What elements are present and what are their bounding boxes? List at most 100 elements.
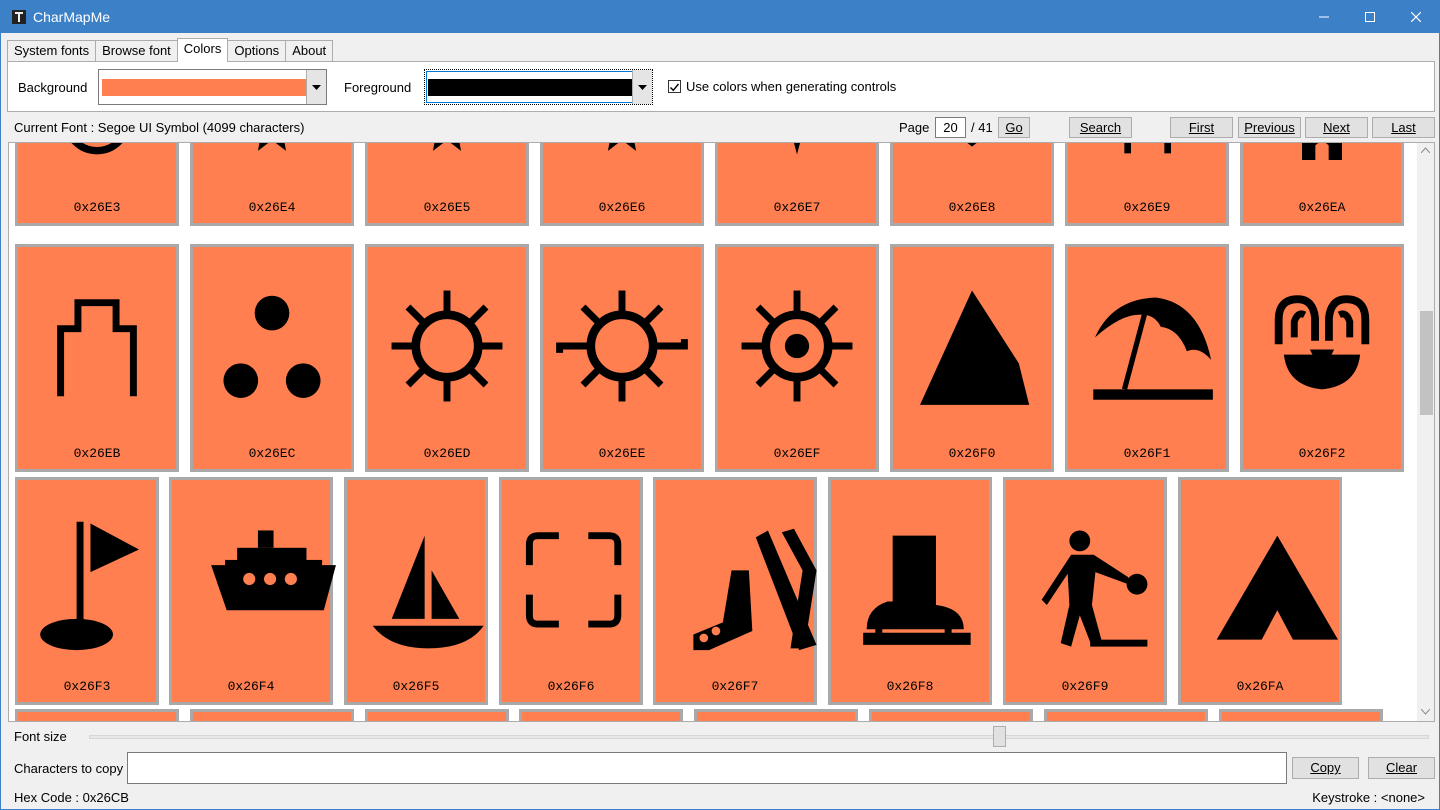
copy-button[interactable]: Copy	[1292, 757, 1359, 779]
next-button[interactable]: Next	[1305, 117, 1368, 138]
tab-options[interactable]: Options	[227, 40, 287, 62]
font-size-slider-track[interactable]	[89, 735, 1429, 739]
tab-strip: System fonts Browse font Colors Options …	[7, 38, 334, 62]
previous-button[interactable]: Previous	[1238, 117, 1301, 138]
character-cell[interactable]	[869, 709, 1033, 721]
character-cell[interactable]: 0x26E3	[15, 143, 179, 226]
beach-umbrella-icon	[1093, 297, 1213, 400]
background-dropdown-button[interactable]	[306, 70, 326, 104]
character-code: 0x26E4	[248, 200, 296, 215]
character-cell[interactable]	[365, 709, 509, 721]
character-cell[interactable]: 0x26EB	[15, 244, 179, 472]
character-cell[interactable]: 0x26F5	[344, 477, 488, 705]
characters-to-copy-label: Characters to copy	[14, 761, 124, 776]
character-cell[interactable]	[694, 709, 858, 721]
square-four-corners-icon	[525, 532, 622, 628]
foreground-color-combo[interactable]	[424, 69, 653, 105]
character-cell[interactable]: 0x26ED	[365, 244, 529, 472]
character-cell[interactable]	[1219, 709, 1383, 721]
font-size-label: Font size	[14, 729, 67, 744]
clear-button[interactable]: Clear	[1368, 757, 1435, 779]
scrollbar-thumb[interactable]	[1420, 311, 1433, 415]
character-cell[interactable]: 0x26EF	[715, 244, 879, 472]
page-label: Page	[899, 120, 930, 135]
character-code: 0x26EE	[598, 446, 646, 461]
map-symbol-lighthouse-icon	[741, 290, 853, 402]
character-glyph	[718, 143, 876, 199]
maximize-button[interactable]	[1347, 1, 1393, 33]
minimize-button[interactable]	[1301, 1, 1347, 33]
hex-code-status: Hex Code : 0x26CB	[14, 790, 129, 805]
maximize-icon	[1365, 12, 1375, 22]
foreground-label: Foreground	[344, 80, 412, 95]
first-button[interactable]: First	[1170, 117, 1233, 138]
character-cell[interactable]: 0x26F8	[828, 477, 992, 705]
character-code: 0x26E9	[1123, 200, 1171, 215]
character-cell[interactable]: 0x26F6	[499, 477, 643, 705]
character-glyph	[831, 480, 989, 678]
character-glyph	[1243, 247, 1401, 445]
foreground-dropdown-button[interactable]	[632, 70, 652, 104]
golf-flag-icon	[40, 521, 139, 651]
background-label: Background	[18, 80, 88, 95]
character-glyph	[368, 247, 526, 445]
character-cell[interactable]	[190, 709, 354, 721]
character-cell[interactable]	[1044, 709, 1208, 721]
background-swatch	[102, 79, 306, 96]
last-button[interactable]: Last	[1372, 117, 1435, 138]
go-button[interactable]: Go	[998, 117, 1030, 138]
use-colors-checkbox[interactable]	[668, 80, 681, 93]
character-glyph	[1181, 480, 1339, 678]
tab-system-fonts[interactable]: System fonts	[7, 40, 97, 62]
character-cell[interactable]: 0x26F9	[1003, 477, 1167, 705]
font-size-slider-thumb[interactable]	[993, 726, 1007, 747]
character-cell[interactable]: 0x26F1	[1065, 244, 1229, 472]
tab-browse-font[interactable]: Browse font	[95, 40, 178, 62]
character-glyph	[1006, 480, 1164, 678]
page-input[interactable]: 20	[935, 117, 966, 138]
character-code: 0x26F0	[948, 446, 996, 461]
character-cell[interactable]: 0x26EA	[1240, 143, 1404, 226]
character-code: 0x26F9	[1061, 679, 1109, 694]
character-glyph	[1243, 143, 1401, 199]
character-glyph	[656, 480, 817, 678]
character-code: 0x26F2	[1298, 446, 1346, 461]
title-bar[interactable]: CharMapMe	[1, 1, 1439, 33]
character-cell[interactable]: 0x26E5	[365, 143, 529, 226]
tab-colors[interactable]: Colors	[176, 38, 229, 62]
grid-scrollbar[interactable]	[1417, 143, 1434, 721]
character-cell[interactable]: 0x26F4	[169, 477, 336, 705]
character-cell[interactable]: 0x26EC	[190, 244, 354, 472]
character-glyph	[18, 480, 156, 678]
tab-about[interactable]: About	[285, 40, 334, 62]
character-code: 0x26E6	[598, 200, 646, 215]
character-cell[interactable]: 0x26E9	[1065, 143, 1229, 226]
character-cell[interactable]: 0x26F7	[653, 477, 817, 705]
character-cell[interactable]: 0x26FA	[1178, 477, 1342, 705]
use-colors-label: Use colors when generating controls	[686, 79, 897, 94]
character-cell[interactable]: 0x26E7	[715, 143, 879, 226]
character-cell[interactable]: 0x26F2	[1240, 244, 1404, 472]
search-button[interactable]: Search	[1069, 117, 1132, 138]
ferry-icon	[211, 530, 336, 611]
character-cell[interactable]	[15, 709, 179, 721]
sailboat-icon	[372, 535, 484, 649]
characters-to-copy-input[interactable]	[127, 752, 1287, 784]
checkmark-icon	[670, 83, 680, 92]
current-font-label: Current Font : Segoe UI Symbol (4099 cha…	[14, 120, 305, 135]
character-code: 0x26ED	[423, 446, 471, 461]
page-total-label: / 41	[971, 120, 993, 135]
close-button[interactable]	[1393, 1, 1439, 33]
tent-icon	[1216, 535, 1338, 640]
character-cell[interactable]: 0x26E4	[190, 143, 354, 226]
character-cell[interactable]	[519, 709, 683, 721]
background-color-combo[interactable]	[98, 69, 327, 105]
character-cell[interactable]: 0x26E8	[890, 143, 1054, 226]
character-glyph	[18, 247, 176, 445]
character-cell[interactable]: 0x26F0	[890, 244, 1054, 472]
character-cell[interactable]: 0x26E6	[540, 143, 704, 226]
character-cell[interactable]: 0x26EE	[540, 244, 704, 472]
character-cell[interactable]: 0x26F3	[15, 477, 159, 705]
character-code: 0x26E5	[423, 200, 471, 215]
character-glyph	[893, 143, 1051, 199]
